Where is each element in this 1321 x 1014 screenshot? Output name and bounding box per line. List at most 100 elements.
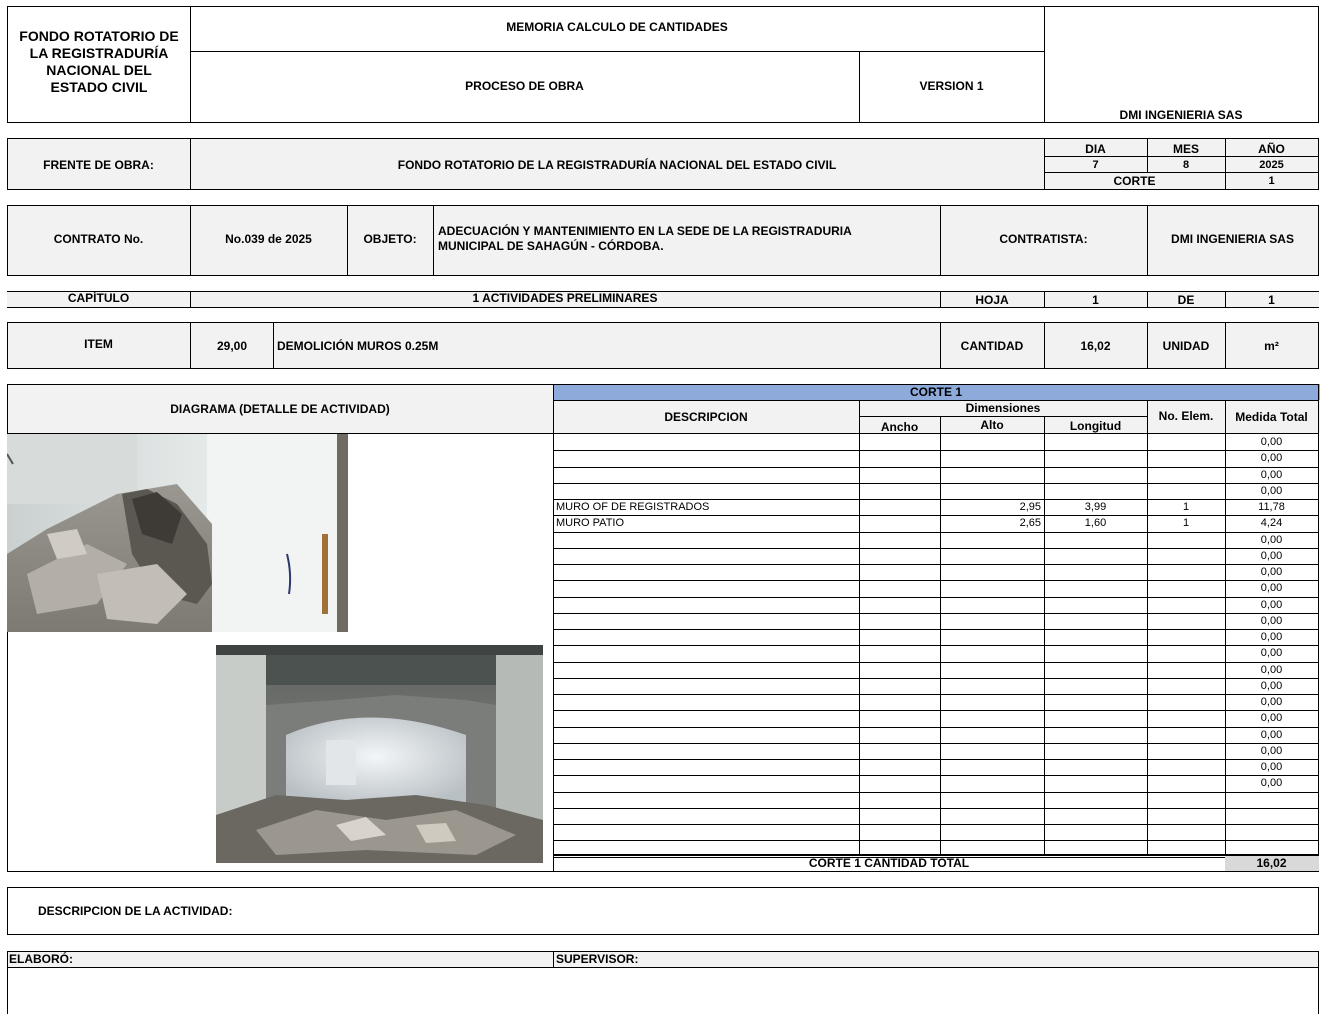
table-row-divider [553, 743, 1319, 744]
item-label: ITEM [84, 337, 113, 351]
contract-label: CONTRATO No. [53, 232, 144, 246]
table-row-divider [553, 678, 1319, 679]
quantity-value: 16,02 [1080, 339, 1111, 353]
table-cell-total: 0,00 [1260, 777, 1283, 789]
prepared-by-label: ELABORÓ: [9, 952, 73, 966]
object-value-line2: MUNICIPAL DE SAHAGÚN - CÓRDOBA. [438, 239, 664, 253]
table-row-divider [553, 662, 1319, 663]
table-row-divider [553, 629, 1319, 630]
table-row-divider [553, 467, 1319, 468]
table-cell-total: 0,00 [1260, 599, 1283, 611]
month-value: 8 [1182, 159, 1190, 171]
diagram-title: DIAGRAMA (DETALLE DE ACTIVIDAD) [170, 402, 390, 416]
table-cell-total: 0,00 [1260, 566, 1283, 578]
activity-description-label: DESCRIPCION DE LA ACTIVIDAD: [38, 904, 233, 918]
quantity-label: CANTIDAD [960, 339, 1024, 353]
table-row-divider [553, 824, 1319, 825]
object-value-line1: ADECUACIÓN Y MANTENIMIENTO EN LA SEDE DE… [438, 224, 852, 238]
total-value: 16,02 [1256, 856, 1287, 870]
cut-title: CORTE 1 [909, 385, 962, 399]
chapter-value: 1 ACTIVIDADES PRELIMINARES [472, 291, 658, 305]
item-description: DEMOLICIÓN MUROS 0.25M [277, 339, 439, 353]
table-cell-alto: 2,65 [1019, 517, 1041, 529]
cut-value: 1 [1268, 175, 1275, 187]
entity-name: FONDO ROTATORIO DE LA REGISTRADURÍA NACI… [8, 28, 190, 96]
of-value: 1 [1268, 293, 1275, 307]
table-cell-elem: 1 [1182, 517, 1190, 529]
unit-label: UNIDAD [1162, 339, 1210, 353]
sheet-label: HOJA [975, 293, 1009, 307]
table-row-divider [553, 499, 1319, 500]
version-label: VERSION 1 [919, 79, 984, 93]
supervisor-label: SUPERVISOR: [556, 952, 639, 966]
sheet-value: 1 [1092, 293, 1099, 307]
demolition-photo-2 [216, 645, 543, 863]
table-row-divider [553, 564, 1319, 565]
day-value: 7 [1092, 159, 1099, 171]
col-description: DESCRIPCION [664, 410, 748, 424]
table-cell-long: 1,60 [1084, 517, 1107, 529]
process-label: PROCESO DE OBRA [465, 79, 584, 93]
table-cell-total: 0,00 [1260, 712, 1283, 724]
col-dimensions: Dimensiones [965, 401, 1041, 415]
table-cell-total: 0,00 [1260, 696, 1283, 708]
total-label: CORTE 1 CANTIDAD TOTAL [808, 856, 970, 870]
table-cell-total: 0,00 [1260, 680, 1283, 692]
cut-label: CORTE [1113, 174, 1156, 188]
of-label: DE [1177, 293, 1195, 307]
contractor-label: CONTRATISTA: [999, 232, 1088, 246]
table-cell-total: 0,00 [1260, 631, 1283, 643]
company-name: DMI INGENIERIA SAS [1119, 108, 1243, 122]
table-row-divider [553, 840, 1319, 841]
document-title: MEMORIA CALCULO DE CANTIDADES [506, 20, 728, 34]
table-row-divider [553, 775, 1319, 776]
table-row-divider [553, 710, 1319, 711]
col-height: Alto [980, 418, 1004, 432]
table-cell-desc: MURO OF DE REGISTRADOS [556, 501, 710, 513]
col-length: Longitud [1069, 419, 1122, 433]
table-cell-desc: MURO PATIO [556, 517, 625, 529]
table-cell-total: 0,00 [1260, 534, 1283, 546]
table-row-divider [553, 597, 1319, 598]
chapter-label: CAPÍTULO [67, 291, 130, 305]
table-cell-total: 0,00 [1260, 485, 1283, 497]
table-row-divider [553, 450, 1319, 451]
table-row-divider [553, 808, 1319, 809]
table-row-divider [553, 580, 1319, 581]
table-cell-total: 0,00 [1260, 615, 1283, 627]
table-row-divider [553, 792, 1319, 793]
table-cell-total: 0,00 [1260, 582, 1283, 594]
table-cell-total: 0,00 [1260, 436, 1283, 448]
table-cell-alto: 2,95 [1019, 501, 1041, 513]
item-number: 29,00 [217, 339, 248, 353]
demolition-photo-1 [7, 434, 348, 632]
table-cell-total: 0,00 [1260, 761, 1283, 773]
front-value: FONDO ROTATORIO DE LA REGISTRADURÍA NACI… [397, 158, 837, 172]
col-total: Medida Total [1235, 410, 1308, 424]
table-row-divider [553, 727, 1319, 728]
table-row-divider [553, 515, 1319, 516]
table-row-divider [553, 483, 1319, 484]
table-cell-long: 3,99 [1084, 501, 1107, 513]
table-cell-total: 11,78 [1258, 501, 1285, 513]
year-label: AÑO [1258, 142, 1285, 156]
contractor-value: DMI INGENIERIA SAS [1171, 232, 1294, 246]
col-width: Ancho [880, 420, 919, 434]
table-cell-total: 0,00 [1260, 452, 1283, 464]
table-row-divider [553, 548, 1319, 549]
table-row-divider [553, 645, 1319, 646]
table-cell-total: 0,00 [1260, 647, 1283, 659]
unit-value: m² [1264, 339, 1279, 353]
table-cell-elem: 1 [1182, 501, 1190, 513]
table-row-divider [553, 613, 1319, 614]
table-cell-total: 0,00 [1260, 729, 1283, 741]
table-row-divider [553, 694, 1319, 695]
front-label: FRENTE DE OBRA: [43, 158, 154, 172]
table-cell-total: 4,24 [1260, 517, 1283, 529]
entity-line: LA REGISTRADURÍA [29, 45, 169, 61]
entity-line: ESTADO CIVIL [50, 79, 148, 95]
month-label: MES [1172, 142, 1199, 156]
table-cell-total: 0,00 [1260, 469, 1283, 481]
contract-number: No.039 de 2025 [225, 232, 312, 246]
table-cell-total: 0,00 [1260, 745, 1283, 757]
